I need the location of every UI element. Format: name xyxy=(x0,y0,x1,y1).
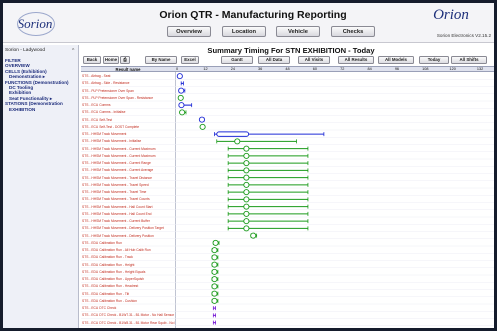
timing-marker[interactable] xyxy=(243,225,250,232)
timing-marker[interactable] xyxy=(211,290,218,297)
timing-marker[interactable] xyxy=(211,283,218,290)
timing-marker[interactable] xyxy=(243,210,250,217)
toolbar-button-all-visits[interactable]: All Visits xyxy=(298,56,330,64)
app-window: Sorion Orion QTR - Manufacturing Reporti… xyxy=(3,3,494,328)
timing-marker[interactable] xyxy=(243,203,250,210)
toolbar-button-all-shifts[interactable]: All Shifts xyxy=(451,56,487,64)
toolbar-button-home[interactable]: Home xyxy=(103,56,119,64)
timing-marker[interactable] xyxy=(243,218,250,225)
sorion-logo: Sorion xyxy=(13,9,57,39)
timing-marker[interactable] xyxy=(179,109,186,116)
collapse-icon[interactable]: ^ xyxy=(72,48,74,54)
timing-marker[interactable] xyxy=(243,174,250,181)
timing-marker[interactable] xyxy=(211,247,218,254)
nav-overview-button[interactable]: Overview xyxy=(167,26,211,37)
nav-checks-button[interactable]: Checks xyxy=(331,26,375,37)
sidebar-title: Sorion - Ladywood xyxy=(5,48,45,53)
toolbar-button-today[interactable]: Today xyxy=(419,56,449,64)
timing-marker[interactable] xyxy=(243,181,250,188)
timing-marker[interactable] xyxy=(198,116,205,123)
toolbar-button-gantt[interactable]: Gantt xyxy=(221,56,253,64)
sidebar-item[interactable]: EXHIBITION xyxy=(9,107,35,112)
page-title: Summary Timing For STN EXHIBITION - Toda… xyxy=(207,46,375,55)
timing-gantt xyxy=(81,73,494,326)
timing-marker[interactable] xyxy=(211,268,218,275)
toolbar-button-back[interactable]: Back xyxy=(83,56,101,64)
timing-marker[interactable] xyxy=(211,261,218,268)
timing-marker[interactable] xyxy=(211,254,218,261)
app-header: Sorion Orion QTR - Manufacturing Reporti… xyxy=(3,3,494,43)
timing-marker[interactable] xyxy=(243,196,250,203)
sidebar: Sorion - Ladywood ^ FILTER OVERVIEW CELLS … xyxy=(3,45,79,328)
timing-marker[interactable] xyxy=(177,94,184,101)
timing-marker[interactable] xyxy=(178,87,185,94)
timing-marker[interactable] xyxy=(243,152,250,159)
timing-marker[interactable] xyxy=(243,189,250,196)
toolbar-button-excel[interactable]: Excel xyxy=(181,56,199,64)
timing-marker[interactable] xyxy=(250,232,257,239)
timing-marker[interactable] xyxy=(243,145,250,152)
logo-ring xyxy=(17,12,55,36)
timing-marker[interactable] xyxy=(176,73,183,80)
toolbar-button-all-models[interactable]: All Models xyxy=(378,56,414,64)
app-title: Orion QTR - Manufacturing Reporting xyxy=(159,9,347,21)
timing-marker[interactable] xyxy=(178,102,185,109)
toolbar-button-all-results[interactable]: All Results xyxy=(338,56,374,64)
version-label: Sorion Electronics V2.15.2 xyxy=(436,33,491,38)
nav-location-button[interactable]: Location xyxy=(222,26,266,37)
orion-brand-logo: Orion xyxy=(433,7,469,23)
timing-marker[interactable] xyxy=(199,123,206,130)
timing-marker[interactable] xyxy=(211,276,218,283)
timing-marker[interactable] xyxy=(243,160,250,167)
timing-marker[interactable] xyxy=(243,167,250,174)
nav-vehicle-button[interactable]: Vehicle xyxy=(276,26,320,37)
toolbar-button-by-name[interactable]: By Name xyxy=(145,56,177,64)
toolbar-button-all-data[interactable]: All Data xyxy=(258,56,290,64)
timing-marker[interactable] xyxy=(234,138,241,145)
timing-marker[interactable] xyxy=(211,297,218,304)
timing-range-box[interactable] xyxy=(216,131,250,137)
print-icon[interactable]: ⎙ xyxy=(120,56,130,64)
timing-marker[interactable] xyxy=(212,239,219,246)
main-panel: Summary Timing For STN EXHIBITION - Toda… xyxy=(81,45,494,328)
